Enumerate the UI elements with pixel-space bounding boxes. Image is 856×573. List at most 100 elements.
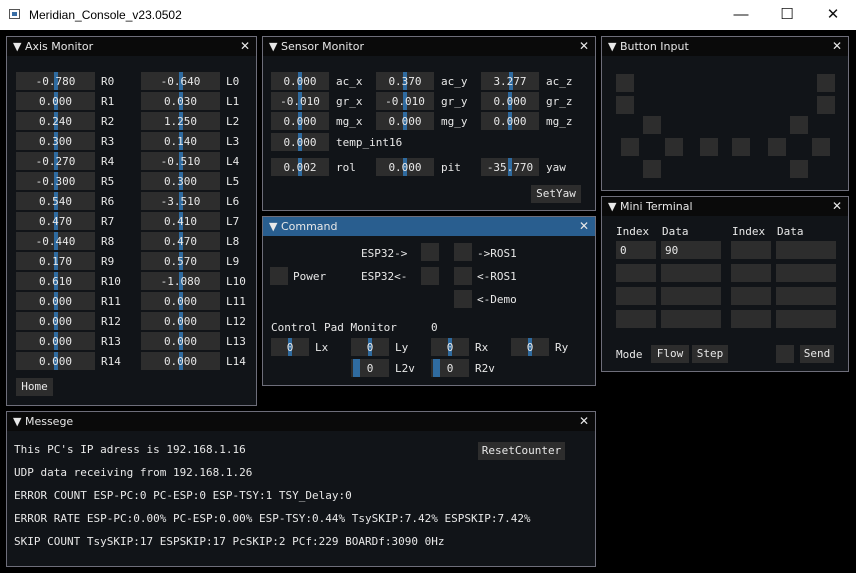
axis-l-field[interactable]: 0.300 — [141, 172, 220, 190]
home-button[interactable]: Home — [16, 378, 53, 396]
command-header[interactable]: ▼ Command ✕ — [263, 217, 595, 236]
setyaw-button[interactable]: SetYaw — [531, 185, 581, 203]
axis-l-field[interactable]: 0.000 — [141, 332, 220, 350]
axis-r-field[interactable]: 0.300 — [16, 132, 95, 150]
axis-r-label: R0 — [101, 75, 115, 88]
axis-r-field[interactable]: 0.610 — [16, 272, 95, 290]
message-header[interactable]: ▼ Messege ✕ — [7, 412, 595, 431]
mini-terminal-header[interactable]: ▼ Mini Terminal ✕ — [602, 197, 848, 216]
terminal-cell[interactable] — [776, 310, 836, 328]
mg-x-field[interactable]: 0.000 — [271, 112, 329, 130]
axis-l-field[interactable]: 0.000 — [141, 352, 220, 370]
axis-r-field[interactable]: -0.780 — [16, 72, 95, 90]
gr-y-label: gr_y — [441, 95, 468, 108]
power-checkbox[interactable] — [270, 267, 288, 285]
sensor-monitor-close-icon[interactable]: ✕ — [579, 39, 589, 53]
axis-l-field[interactable]: -0.640 — [141, 72, 220, 90]
ac-y-field[interactable]: 0.370 — [376, 72, 434, 90]
lx-field[interactable]: 0 — [271, 338, 309, 356]
command-close-icon[interactable]: ✕ — [579, 219, 589, 233]
ac-z-field[interactable]: 3.277 — [481, 72, 539, 90]
axis-l-field[interactable]: -3.510 — [141, 192, 220, 210]
ry-field[interactable]: 0 — [511, 338, 549, 356]
from-ros1-checkbox[interactable] — [454, 267, 472, 285]
terminal-cell[interactable]: 90 — [661, 241, 721, 259]
terminal-cell[interactable] — [776, 241, 836, 259]
terminal-cell[interactable] — [661, 310, 721, 328]
step-button[interactable]: Step — [692, 345, 728, 363]
flow-button[interactable]: Flow — [651, 345, 689, 363]
axis-l-field[interactable]: -0.510 — [141, 152, 220, 170]
gr-x-field[interactable]: -0.010 — [271, 92, 329, 110]
gr-y-field[interactable]: -0.010 — [376, 92, 434, 110]
terminal-cell[interactable] — [776, 264, 836, 282]
axis-r-field[interactable]: -0.300 — [16, 172, 95, 190]
mini-terminal-title: ▼ Mini Terminal — [608, 200, 693, 213]
terminal-cell[interactable] — [616, 264, 656, 282]
terminal-cell[interactable]: 0 — [616, 241, 656, 259]
axis-r-field[interactable]: 0.000 — [16, 312, 95, 330]
mini-terminal-close-icon[interactable]: ✕ — [832, 199, 842, 213]
axis-r-field[interactable]: 0.000 — [16, 92, 95, 110]
reset-counter-button[interactable]: ResetCounter — [478, 442, 565, 460]
mg-z-field[interactable]: 0.000 — [481, 112, 539, 130]
sensor-monitor-header[interactable]: ▼ Sensor Monitor ✕ — [263, 37, 595, 56]
axis-l-field[interactable]: -1.080 — [141, 272, 220, 290]
terminal-cell[interactable] — [731, 310, 771, 328]
terminal-cell[interactable] — [776, 287, 836, 305]
pit-field[interactable]: 0.000 — [376, 158, 434, 176]
message-line: UDP data receiving from 192.168.1.26 — [14, 466, 253, 479]
rx-field[interactable]: 0 — [431, 338, 469, 356]
axis-r-field[interactable]: 0.000 — [16, 332, 95, 350]
button-input-header[interactable]: ▼ Button Input ✕ — [602, 37, 848, 56]
axis-r-field[interactable]: -0.270 — [16, 152, 95, 170]
axis-l-field[interactable]: 0.030 — [141, 92, 220, 110]
axis-l-field[interactable]: 1.250 — [141, 112, 220, 130]
esp32-out-checkbox[interactable] — [421, 243, 439, 261]
axis-l-label: L8 — [226, 235, 240, 248]
esp32-in-checkbox[interactable] — [421, 267, 439, 285]
axis-l-field[interactable]: 0.410 — [141, 212, 220, 230]
mg-y-field[interactable]: 0.000 — [376, 112, 434, 130]
to-ros1-checkbox[interactable] — [454, 243, 472, 261]
terminal-cell[interactable] — [661, 287, 721, 305]
minimize-button[interactable]: — — [718, 0, 764, 30]
l2v-field[interactable]: 0 — [351, 359, 389, 377]
axis-l-field[interactable]: 0.140 — [141, 132, 220, 150]
terminal-cell[interactable] — [616, 287, 656, 305]
send-button[interactable]: Send — [800, 345, 834, 363]
axis-l-field[interactable]: 0.570 — [141, 252, 220, 270]
r2v-field[interactable]: 0 — [431, 359, 469, 377]
esp32-out-label: ESP32-> — [361, 247, 408, 260]
close-button[interactable]: ✕ — [810, 0, 856, 30]
axis-r-field[interactable]: 0.240 — [16, 112, 95, 130]
message-close-icon[interactable]: ✕ — [579, 414, 589, 428]
gr-z-field[interactable]: 0.000 — [481, 92, 539, 110]
terminal-cell[interactable] — [661, 264, 721, 282]
ly-field[interactable]: 0 — [351, 338, 389, 356]
terminal-cell[interactable] — [731, 264, 771, 282]
axis-monitor-close-icon[interactable]: ✕ — [240, 39, 250, 53]
axis-r-field[interactable]: 0.540 — [16, 192, 95, 210]
axis-r-field[interactable]: 0.000 — [16, 292, 95, 310]
terminal-cell[interactable] — [731, 287, 771, 305]
ac-x-field[interactable]: 0.000 — [271, 72, 329, 90]
yaw-field[interactable]: -35.770 — [481, 158, 539, 176]
terminal-cell[interactable] — [616, 310, 656, 328]
temp-field[interactable]: 0.000 — [271, 133, 329, 151]
axis-l-field[interactable]: 0.000 — [141, 292, 220, 310]
axis-l-field[interactable]: 0.470 — [141, 232, 220, 250]
rol-field[interactable]: 0.002 — [271, 158, 329, 176]
maximize-button[interactable]: ☐ — [764, 0, 810, 30]
axis-r-label: R1 — [101, 95, 115, 108]
axis-monitor-header[interactable]: ▼ Axis Monitor ✕ — [7, 37, 256, 56]
terminal-cell[interactable] — [731, 241, 771, 259]
button-input-close-icon[interactable]: ✕ — [832, 39, 842, 53]
axis-l-field[interactable]: 0.000 — [141, 312, 220, 330]
axis-r-field[interactable]: 0.170 — [16, 252, 95, 270]
axis-r-field[interactable]: 0.470 — [16, 212, 95, 230]
axis-r-field[interactable]: 0.000 — [16, 352, 95, 370]
axis-r-field[interactable]: -0.440 — [16, 232, 95, 250]
send-checkbox[interactable] — [776, 345, 794, 363]
from-demo-checkbox[interactable] — [454, 290, 472, 308]
